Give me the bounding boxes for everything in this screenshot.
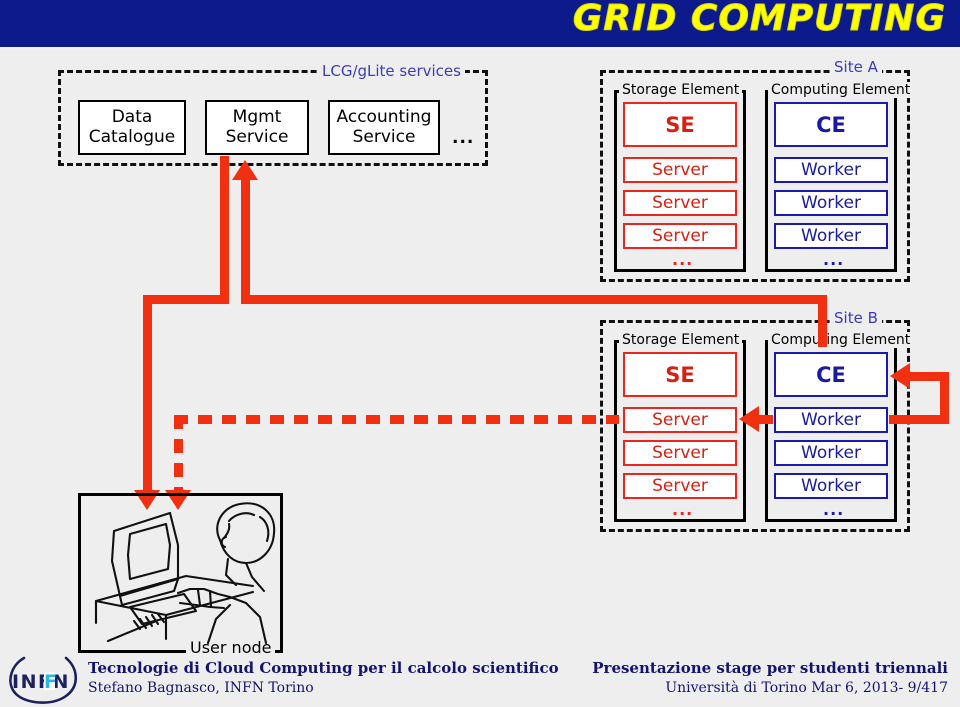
connector-dashed-horizontal <box>174 415 619 424</box>
lcg-glite-services-label: LCG/gLite services <box>318 62 465 80</box>
site-a-se-server-1[interactable]: Server <box>623 157 737 183</box>
site-b-se-server-2[interactable]: Server <box>623 440 737 466</box>
site-b-label: Site B <box>830 309 882 327</box>
site-b-ce-worker-3[interactable]: Worker <box>774 473 888 499</box>
site-a-ce-head[interactable]: CE <box>774 102 888 147</box>
site-a-storage-element-label: Storage Element <box>619 82 743 98</box>
site-b-ce-ellipsis: ... <box>823 500 845 519</box>
site-a-se-head[interactable]: SE <box>623 102 737 147</box>
page-title: GRID COMPUTING <box>572 0 946 40</box>
slide-canvas: GRID COMPUTING LCG/gLite services Data Ca… <box>0 0 960 707</box>
footer-left-subtitle: Stefano Bagnasco, INFN Torino <box>88 680 314 696</box>
site-b-se-ellipsis: ... <box>672 500 694 519</box>
connector-loop-top-segment <box>908 372 949 381</box>
site-b-se-server-1[interactable]: Server <box>623 407 737 433</box>
site-a-ce-worker-2[interactable]: Worker <box>774 190 888 216</box>
user-node-illustration <box>94 502 276 645</box>
connector-mgmt-left-segment <box>143 295 229 304</box>
connector-trunk-to-siteb-vertical <box>818 295 827 347</box>
site-a-ce-ellipsis: ... <box>823 250 845 269</box>
connector-trunk-horizontal <box>241 295 827 304</box>
connector-to-mgmt-up-segment <box>241 180 250 302</box>
services-ellipsis: ... <box>452 128 475 148</box>
connector-worker-to-server-arrowhead <box>739 406 759 432</box>
site-a-computing-element-label: Computing Element <box>768 82 914 98</box>
title-banner: GRID COMPUTING <box>0 0 960 47</box>
service-box-text: Accounting Service <box>336 107 432 147</box>
site-b-ce-head[interactable]: CE <box>774 352 888 397</box>
site-b-ce-worker-1[interactable]: Worker <box>774 407 888 433</box>
footer-left-title: Tecnologie di Cloud Computing per il cal… <box>88 659 559 677</box>
service-box-accounting-service[interactable]: Accounting Service <box>328 100 440 155</box>
site-b-ce-worker-2[interactable]: Worker <box>774 440 888 466</box>
service-box-text: Mgmt Service <box>225 107 289 147</box>
connector-dashed-vertical <box>174 415 183 493</box>
site-a-se-server-3[interactable]: Server <box>623 223 737 249</box>
site-a-label: Site A <box>830 58 882 76</box>
site-a-se-ellipsis: ... <box>672 250 694 269</box>
connector-loop-arrowhead <box>890 363 910 389</box>
site-a-ce-worker-1[interactable]: Worker <box>774 157 888 183</box>
service-box-mgmt-service[interactable]: Mgmt Service <box>205 100 309 155</box>
infn-logo-f-accent: F <box>44 671 57 693</box>
site-b-computing-element-label: Computing Element <box>768 332 914 348</box>
footer-right-subtitle: Università di Torino Mar 6, 2013- 9/417 <box>665 680 948 696</box>
site-b-se-server-3[interactable]: Server <box>623 473 737 499</box>
site-b-se-head[interactable]: SE <box>623 352 737 397</box>
connector-worker-to-server-segment <box>757 415 773 424</box>
connector-usernode-down-segment <box>143 295 152 493</box>
service-box-data-catalogue[interactable]: Data Catalogue <box>78 100 186 155</box>
service-box-text: Data Catalogue <box>88 107 176 147</box>
footer-right-title: Presentazione stage per studenti trienna… <box>592 659 948 677</box>
connector-mgmt-down-segment <box>220 156 229 302</box>
site-a-ce-worker-3[interactable]: Worker <box>774 223 888 249</box>
banner-divider <box>0 47 960 50</box>
infn-logo-text: INFN <box>12 671 70 693</box>
connector-to-mgmt-arrowhead <box>232 160 258 180</box>
site-a-se-server-2[interactable]: Server <box>623 190 737 216</box>
infn-logo: INFN F <box>9 656 78 704</box>
site-b-storage-element-label: Storage Element <box>619 332 743 348</box>
